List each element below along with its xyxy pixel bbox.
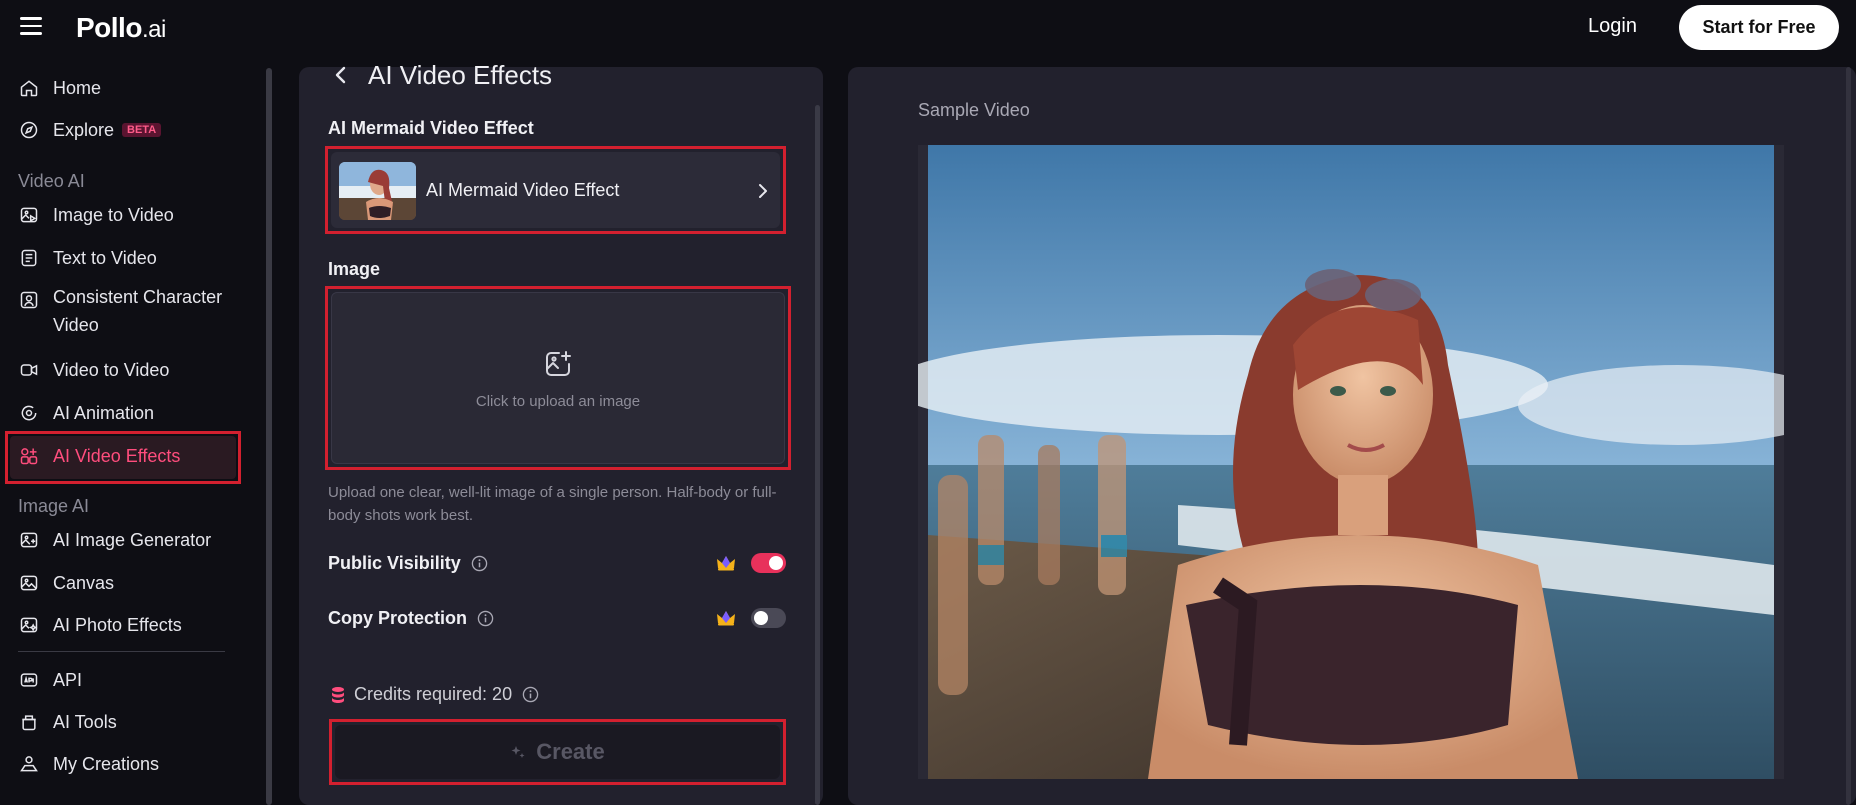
sidebar-item-label: Canvas xyxy=(53,572,115,593)
credits-required: Credits required: 20 xyxy=(331,684,539,705)
creations-icon xyxy=(18,753,40,775)
image-sparkle-icon xyxy=(18,529,40,551)
credits-text: Credits required: 20 xyxy=(354,684,513,704)
upload-prompt: Click to upload an image xyxy=(475,393,641,410)
copy-protection-label: Copy Protection xyxy=(328,608,494,629)
video-camera-icon xyxy=(18,359,40,381)
sidebar-item-text-to-video[interactable]: Text to Video xyxy=(18,241,157,275)
top-bar: Pollo.ai Login Start for Free xyxy=(0,0,1856,56)
text-document-icon xyxy=(18,247,40,269)
sidebar-item-label: API xyxy=(53,669,83,690)
sidebar-item-label: AI Video Effects xyxy=(53,445,181,466)
preview-scrollbar[interactable] xyxy=(1846,67,1851,805)
sidebar-item-label: Image to Video xyxy=(53,204,174,225)
sidebar-item-explore[interactable]: Explore BETA xyxy=(18,113,162,147)
start-for-free-button[interactable]: Start for Free xyxy=(1679,5,1839,50)
toolbox-icon xyxy=(18,711,40,733)
sidebar-item-label: AI Tools xyxy=(53,711,117,732)
panel-scrollbar[interactable] xyxy=(815,105,820,805)
home-icon xyxy=(18,77,40,99)
effect-thumbnail xyxy=(339,162,416,220)
image-video-icon xyxy=(18,204,40,226)
sidebar-item-ai-animation[interactable]: AI Animation xyxy=(18,396,154,430)
character-icon xyxy=(18,289,40,311)
info-icon[interactable] xyxy=(477,610,494,627)
sidebar-item-label: Explore xyxy=(53,119,115,140)
effect-name: AI Mermaid Video Effect xyxy=(426,180,620,200)
toggle-knob xyxy=(769,556,783,570)
sidebar-item-my-creations[interactable]: My Creations xyxy=(18,747,159,781)
sidebar-item-ai-image-generator[interactable]: AI Image Generator xyxy=(18,523,211,557)
credits-coin-icon xyxy=(332,686,344,703)
beta-badge: BETA xyxy=(122,123,162,137)
premium-crown-icon xyxy=(717,611,735,626)
photo-effects-icon xyxy=(18,614,40,636)
logo[interactable]: Pollo.ai xyxy=(76,12,166,44)
chevron-right-icon xyxy=(759,184,767,198)
public-visibility-toggle[interactable] xyxy=(751,553,786,573)
sidebar-item-label: Consistent Character Video xyxy=(53,283,222,339)
create-button-outline xyxy=(329,719,786,785)
sidebar-item-label: My Creations xyxy=(53,753,160,774)
sidebar-item-canvas[interactable]: Canvas xyxy=(18,566,114,600)
sidebar-item-label: AI Photo Effects xyxy=(53,614,182,635)
canvas-icon xyxy=(18,572,40,594)
upload-hint: Upload one clear, well-lit image of a si… xyxy=(328,484,777,524)
sidebar-item-api[interactable]: API xyxy=(18,663,82,697)
effect-section-label: AI Mermaid Video Effect xyxy=(328,118,534,138)
sidebar-item-label: Text to Video xyxy=(53,247,157,268)
toggle-knob xyxy=(754,611,768,625)
label-line-2: Video xyxy=(53,315,99,335)
sidebar-item-consistent-character-video[interactable]: Consistent Character Video xyxy=(18,283,222,341)
info-icon[interactable] xyxy=(522,686,539,703)
image-upload-icon xyxy=(546,351,571,376)
section-label-image-ai: Image AI xyxy=(18,496,90,516)
sidebar-item-label: Home xyxy=(53,77,102,98)
copy-protection-toggle[interactable] xyxy=(751,608,786,628)
info-icon[interactable] xyxy=(471,555,488,572)
logo-suffix: .ai xyxy=(141,16,166,43)
sidebar-item-home[interactable]: Home xyxy=(18,71,101,105)
sidebar-item-ai-video-effects[interactable]: AI Video Effects xyxy=(18,439,180,473)
logo-text: Pollo xyxy=(76,12,142,43)
compass-icon xyxy=(18,119,40,141)
sidebar-item-label: Video to Video xyxy=(53,359,170,380)
sidebar-divider xyxy=(18,651,225,652)
public-visibility-label: Public Visibility xyxy=(328,553,488,574)
sample-video[interactable] xyxy=(918,145,1784,779)
sidebar-item-image-to-video[interactable]: Image to Video xyxy=(18,198,174,232)
sidebar-item-label: AI Image Generator xyxy=(53,529,212,550)
label-line-1: Consistent Character xyxy=(53,287,223,307)
sidebar-item-label: AI Animation xyxy=(53,402,155,423)
section-label-video-ai: Video AI xyxy=(18,171,85,191)
chevron-left-icon[interactable] xyxy=(333,65,349,85)
page-title: AI Video Effects xyxy=(368,60,553,90)
premium-crown-icon xyxy=(717,556,735,571)
copy-protection-text: Copy Protection xyxy=(328,608,468,628)
login-link[interactable]: Login xyxy=(1588,15,1637,38)
api-icon xyxy=(18,669,40,691)
image-section-label: Image xyxy=(328,259,381,279)
sidebar-item-ai-photo-effects[interactable]: AI Photo Effects xyxy=(18,608,182,642)
animation-icon xyxy=(18,402,40,424)
sidebar-scrollbar[interactable] xyxy=(266,68,272,805)
sidebar-item-video-to-video[interactable]: Video to Video xyxy=(18,353,169,387)
sample-video-label: Sample Video xyxy=(918,100,1030,120)
hamburger-menu-icon[interactable] xyxy=(20,17,44,39)
effects-grid-icon xyxy=(18,445,40,467)
sidebar-item-ai-tools[interactable]: AI Tools xyxy=(18,705,117,739)
public-visibility-text: Public Visibility xyxy=(328,553,461,573)
